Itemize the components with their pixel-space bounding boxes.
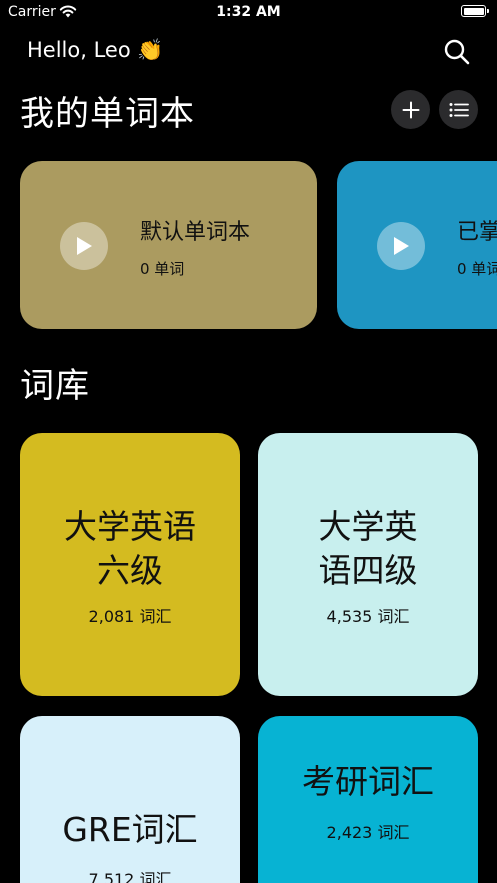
library-card-word-count: 2,423 词汇 <box>326 823 410 842</box>
library-card-title-line1: 大学英语 <box>64 507 196 546</box>
add-notebook-button[interactable] <box>391 90 430 129</box>
plus-icon <box>402 101 419 118</box>
library-card-title-line2: 语四级 <box>318 551 418 590</box>
notebook-card-default[interactable]: 默认单词本 0 单词 <box>20 161 317 329</box>
library-title: 词库 <box>20 366 90 406</box>
list-view-button[interactable] <box>439 90 478 129</box>
notebook-word-count: 0 单词 <box>457 260 497 278</box>
notebook-card-mastered[interactable]: 已掌握 0 单词 <box>337 161 497 329</box>
play-icon <box>77 237 92 255</box>
clock: 1:32 AM <box>216 4 281 20</box>
play-button[interactable] <box>60 222 108 270</box>
play-button[interactable] <box>377 222 425 270</box>
notebook-name: 默认单词本 <box>140 220 251 245</box>
search-icon[interactable] <box>441 36 473 68</box>
battery-icon <box>461 5 489 17</box>
library-card-word-count: 2,081 词汇 <box>88 607 172 626</box>
notebook-word-count: 0 单词 <box>140 260 185 278</box>
library-card-gre[interactable]: GRE词汇 7,512 词汇 <box>20 716 240 883</box>
play-icon <box>394 237 409 255</box>
library-card-title-line1: 大学英 <box>318 507 418 546</box>
library-card-cet6[interactable]: 大学英语 六级 2,081 词汇 <box>20 433 240 696</box>
list-icon <box>449 102 469 117</box>
status-bar: Carrier 1:32 AM <box>0 0 497 26</box>
notebook-name: 已掌握 <box>457 220 497 245</box>
library-card-title: GRE词汇 <box>62 810 198 849</box>
greeting-text: Hello, Leo 👏 <box>27 38 164 62</box>
library-card-cet4[interactable]: 大学英 语四级 4,535 词汇 <box>258 433 478 696</box>
notebooks-title: 我的单词本 <box>20 94 195 134</box>
library-card-title-line2: 六级 <box>97 551 163 590</box>
library-card-kaoyan[interactable]: 考研词汇 2,423 词汇 <box>258 716 478 883</box>
library-card-title: 考研词汇 <box>302 762 434 801</box>
library-card-word-count: 7,512 词汇 <box>88 870 172 883</box>
library-card-word-count: 4,535 词汇 <box>326 607 410 626</box>
